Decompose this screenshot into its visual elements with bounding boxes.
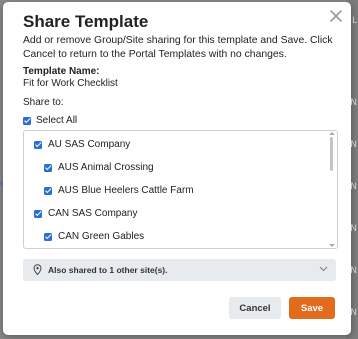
also-shared-text: Also shared to 1 other site(s). — [48, 265, 168, 275]
backdrop-text-fragment: N — [350, 308, 357, 318]
scroll-up-icon[interactable] — [329, 132, 335, 135]
dialog-title: Share Template — [23, 12, 149, 31]
site-item-label: AUS Animal Crossing — [58, 162, 154, 173]
scroll-down-icon[interactable] — [329, 244, 335, 247]
site-item-aus-animal-crossing[interactable]: AUS Animal Crossing — [44, 162, 154, 173]
checkbox-checked-icon[interactable] — [44, 163, 52, 172]
backdrop-text-fragment: N — [350, 182, 357, 192]
site-item-can-green-gables[interactable]: CAN Green Gables — [44, 231, 144, 242]
template-name-value: Fit for Work Checklist — [23, 78, 118, 89]
site-item-aus-blue-heelers-cattle-farm[interactable]: AUS Blue Heelers Cattle Farm — [44, 185, 194, 196]
site-item-au-sas-company[interactable]: AU SAS Company — [34, 139, 130, 150]
share-to-label: Share to: — [23, 97, 64, 108]
site-item-label: AU SAS Company — [48, 139, 131, 150]
site-item-label: CAN SAS Company — [48, 208, 138, 219]
cancel-button[interactable]: Cancel — [229, 297, 281, 319]
checkbox-checked-icon[interactable] — [44, 232, 52, 241]
checkbox-checked-icon[interactable] — [23, 116, 31, 125]
close-icon[interactable] — [329, 9, 343, 23]
backdrop-text-fragment: L — [351, 16, 357, 26]
backdrop-text-fragment: N — [350, 224, 357, 234]
backdrop-text-fragment: N — [350, 266, 357, 276]
scrollbar-thumb[interactable] — [330, 137, 333, 171]
checkbox-checked-icon[interactable] — [34, 209, 42, 218]
save-button[interactable]: Save — [289, 297, 335, 319]
dialog-description: Add or remove Group/Site sharing for thi… — [23, 35, 333, 60]
also-shared-expander[interactable]: Also shared to 1 other site(s). — [23, 259, 336, 281]
site-item-label: CAN Green Gables — [58, 231, 145, 242]
select-all-checkbox[interactable]: Select All — [23, 115, 77, 126]
site-list-scrollbar[interactable] — [328, 131, 337, 248]
location-pin-icon — [33, 264, 42, 275]
site-item-can-sas-company[interactable]: CAN SAS Company — [34, 208, 137, 219]
select-all-label: Select All — [36, 115, 78, 126]
checkbox-checked-icon[interactable] — [44, 186, 52, 195]
chevron-down-icon[interactable] — [319, 266, 328, 272]
template-name-label: Template Name: — [23, 66, 100, 77]
backdrop-text-fragment: N — [350, 98, 357, 108]
backdrop-text-fragment: N — [350, 140, 357, 150]
site-item-label: AUS Blue Heelers Cattle Farm — [58, 185, 194, 196]
share-template-dialog: Share Template Add or remove Group/Site … — [3, 2, 351, 335]
checkbox-checked-icon[interactable] — [34, 140, 42, 149]
site-list[interactable]: AU SAS Company AUS Animal Crossing AUS B… — [23, 130, 338, 249]
